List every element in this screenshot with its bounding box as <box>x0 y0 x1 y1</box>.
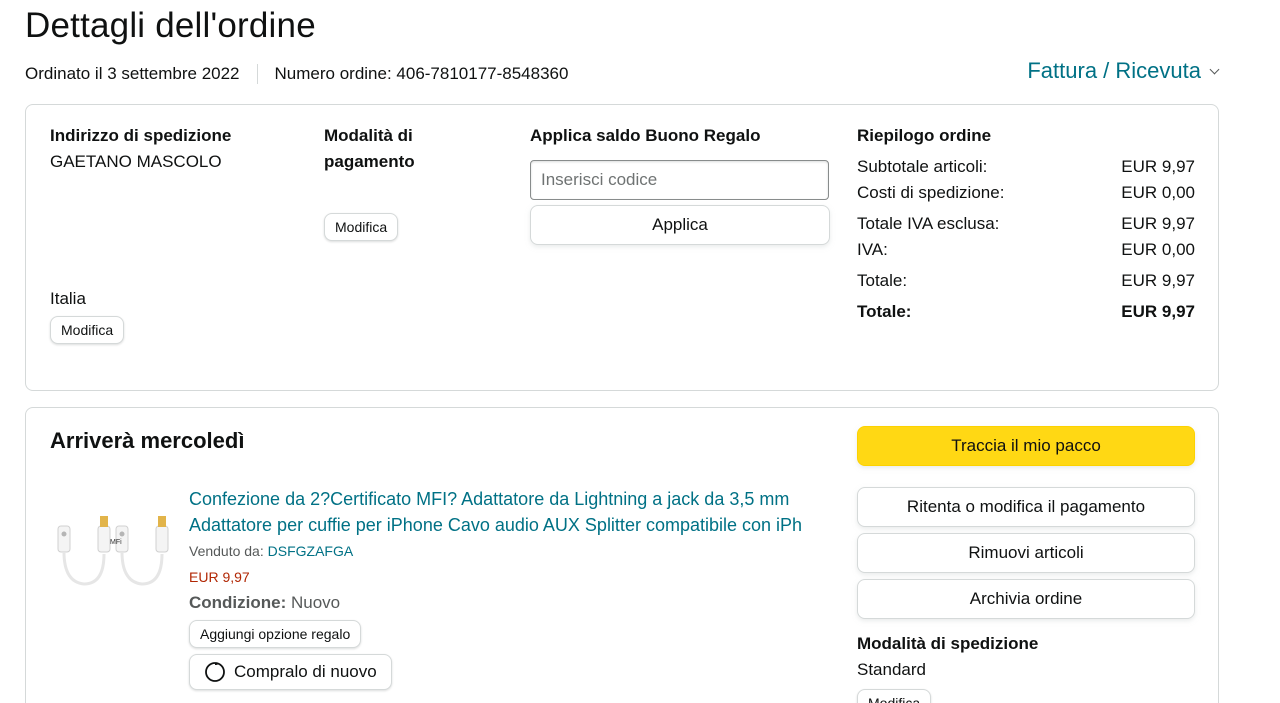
summary-label: Subtotale articoli: <box>857 157 988 176</box>
gift-code-input[interactable] <box>530 160 829 200</box>
shipping-address-heading: Indirizzo di spedizione <box>50 126 232 145</box>
summary-label: IVA: <box>857 240 888 259</box>
gift-option-button[interactable]: Aggiungi opzione regalo <box>189 620 362 648</box>
summary-row: Subtotale articoli: EUR 9,97 <box>857 154 1195 180</box>
summary-row: IVA: EUR 0,00 <box>857 237 1195 263</box>
sold-by: Venduto da: DSFGZAFGA <box>189 538 819 564</box>
condition-label: Condizione: <box>189 593 287 612</box>
summary-row: Costi di spedizione: EUR 0,00 <box>857 180 1195 206</box>
payment-heading: Modalità di pagamento <box>324 126 415 171</box>
gift-card-heading: Applica saldo Buono Regalo <box>530 126 761 145</box>
summary-row: Totale IVA esclusa: EUR 9,97 <box>857 211 1195 237</box>
shipping-country: Italia <box>50 289 86 308</box>
condition-value: Nuovo <box>291 593 341 612</box>
summary-row: Totale: EUR 9,97 <box>857 268 1195 294</box>
chevron-down-icon <box>1209 64 1220 74</box>
shipping-name: GAETANO MASCOLO <box>50 152 222 171</box>
arrival-heading: Arriverà mercoledì <box>50 428 245 453</box>
gift-card-section: Applica saldo Buono Regalo Applica <box>530 123 830 245</box>
edit-shipping-method-button[interactable]: Modifica <box>857 689 932 703</box>
page-title: Dettagli dell'ordine <box>25 6 316 45</box>
edit-address-button[interactable]: Modifica <box>50 316 125 344</box>
summary-label: Totale IVA esclusa: <box>857 214 1000 233</box>
order-info-card: Indirizzo di spedizione GAETANO MASCOLO … <box>25 104 1219 391</box>
track-package-button[interactable]: Traccia il mio pacco <box>857 426 1195 466</box>
invoice-dropdown[interactable]: Fattura / Ricevuta <box>1027 58 1220 84</box>
shipment-actions: Traccia il mio pacco Ritenta o modifica … <box>857 426 1195 703</box>
product-title-link[interactable]: Confezione da 2?Certificato MFI? Adattat… <box>189 486 819 538</box>
summary-value: EUR 9,97 <box>1121 214 1195 233</box>
edit-payment-button[interactable]: Modifica <box>324 213 399 241</box>
payment-section: Modalità di pagamento Modifica <box>324 123 494 241</box>
shipping-method-heading: Modalità di spedizione <box>857 634 1039 653</box>
order-number: Numero ordine: 406-7810177-8548360 <box>274 64 569 83</box>
summary-value: EUR 0,00 <box>1121 183 1195 202</box>
invoice-link-label: Fattura / Ricevuta <box>1027 58 1201 83</box>
summary-value: EUR 0,00 <box>1121 240 1195 259</box>
divider <box>256 64 258 84</box>
summary-total-label: Totale: <box>857 302 912 321</box>
remove-items-button[interactable]: Rimuovi articoli <box>857 533 1195 573</box>
buy-again-button[interactable]: Compralo di nuovo <box>189 654 392 690</box>
shipment-card: Arriverà mercoledì MFi Confezione da 2?C… <box>25 407 1219 703</box>
buy-again-label: Compralo di nuovo <box>234 662 377 681</box>
shipping-address-section: Indirizzo di spedizione GAETANO MASCOLO … <box>50 123 280 344</box>
summary-label: Totale: <box>857 271 908 290</box>
order-meta: Ordinato il 3 settembre 2022 Numero ordi… <box>25 64 568 84</box>
summary-value: EUR 9,97 <box>1121 157 1195 176</box>
product-image[interactable]: MFi <box>54 504 174 594</box>
retry-payment-button[interactable]: Ritenta o modifica il pagamento <box>857 487 1195 527</box>
apply-gift-button[interactable]: Applica <box>530 205 830 245</box>
order-date: Ordinato il 3 settembre 2022 <box>25 64 240 83</box>
sold-by-label: Venduto da: <box>189 543 264 559</box>
product-condition: Condizione: Nuovo <box>189 590 819 616</box>
product-price: EUR 9,97 <box>189 569 250 585</box>
summary-value: EUR 9,97 <box>1121 271 1195 290</box>
summary-total-value: EUR 9,97 <box>1121 302 1195 321</box>
product-info: Confezione da 2?Certificato MFI? Adattat… <box>189 486 819 690</box>
shipping-method-value: Standard <box>857 660 926 679</box>
buy-again-icon <box>205 662 225 682</box>
summary-label: Costi di spedizione: <box>857 183 1005 202</box>
image-label: MFi <box>110 539 122 546</box>
summary-total-row: Totale: EUR 9,97 <box>857 299 1195 325</box>
seller-link[interactable]: DSFGZAFGA <box>268 543 354 559</box>
summary-heading: Riepilogo ordine <box>857 126 992 145</box>
order-summary: Riepilogo ordine Subtotale articoli: EUR… <box>857 123 1195 325</box>
archive-order-button[interactable]: Archivia ordine <box>857 579 1195 619</box>
